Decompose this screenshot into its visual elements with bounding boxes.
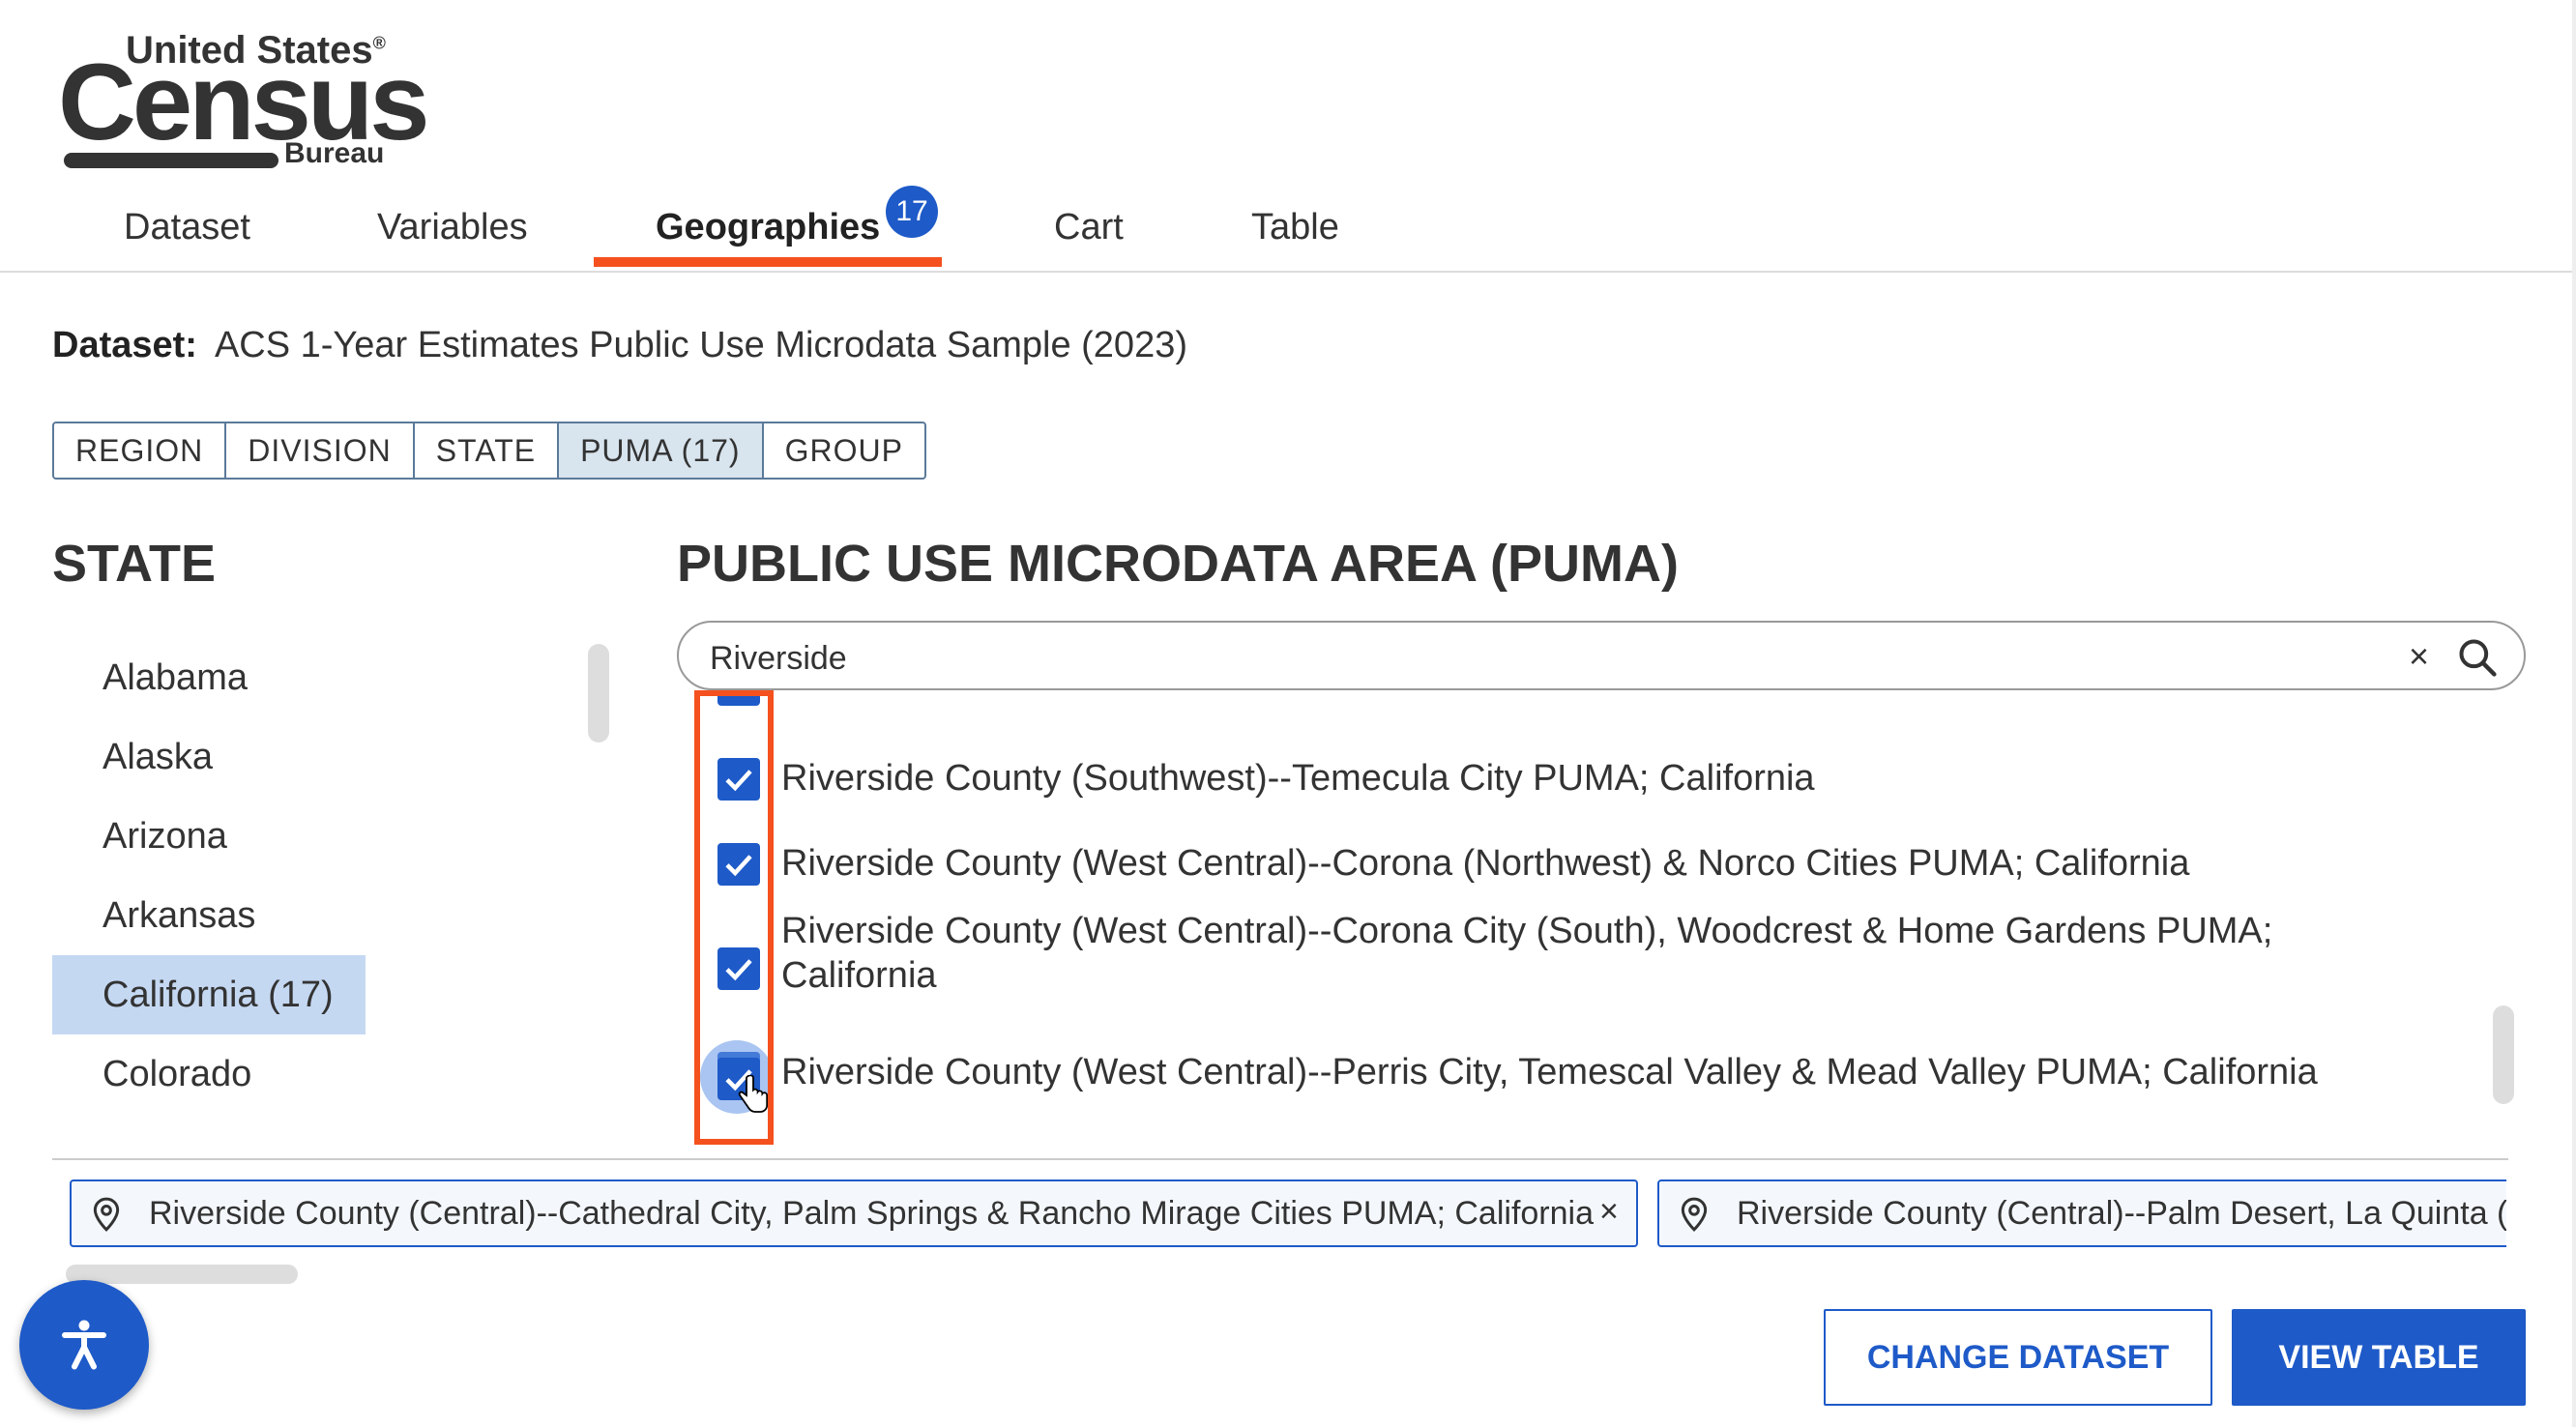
state-heading: STATE — [52, 535, 216, 593]
close-icon[interactable]: × — [2409, 636, 2429, 677]
geo-level-division[interactable]: DIVISION — [226, 423, 415, 478]
geographies-count-badge: 17 — [886, 186, 938, 238]
dataset-value: ACS 1-Year Estimates Public Use Microdat… — [214, 325, 1187, 365]
selected-geographies: Riverside County (Central)--Cathedral Ci… — [70, 1179, 2506, 1249]
logo-underline — [64, 153, 278, 168]
state-item-alaska[interactable]: Alaska — [52, 717, 381, 797]
puma-heading: PUBLIC USE MICRODATA AREA (PUMA) — [677, 535, 1679, 593]
puma-result-label: Riverside County (West Central)--Perris … — [781, 1052, 2318, 1092]
window-edge — [2572, 0, 2576, 1427]
tab-geographies-label: Geographies — [656, 207, 881, 248]
main-tabs: Dataset Variables Geographies 17 Cart Ta… — [0, 186, 2576, 273]
geography-level-selector: REGION DIVISION STATE PUMA (17) GROUP — [52, 422, 926, 480]
tab-variables[interactable]: Variables — [377, 207, 528, 273]
puma-results-list: Riverside County (Southwest)--Temecula C… — [677, 692, 2526, 1118]
puma-search-field[interactable]: Riverside × — [677, 621, 2526, 690]
selected-chip[interactable]: Riverside County (Central)--Cathedral Ci… — [70, 1179, 1638, 1247]
accessibility-icon — [62, 1320, 106, 1370]
puma-result-label-line2: California — [781, 955, 937, 996]
state-list: Alabama Alaska Arizona Arkansas Californ… — [52, 638, 381, 1114]
state-item-california[interactable]: California (17) — [52, 955, 366, 1034]
location-pin-icon — [93, 1197, 120, 1232]
state-item-arkansas[interactable]: Arkansas — [52, 876, 381, 955]
puma-search-input[interactable]: Riverside — [710, 640, 847, 678]
checkbox-column-highlight — [694, 690, 774, 1145]
state-item-colorado[interactable]: Colorado — [52, 1034, 381, 1114]
puma-result-label: Riverside County (West Central)--Corona … — [781, 909, 2483, 998]
puma-result-label-line1: Riverside County (West Central)--Corona … — [781, 911, 2273, 951]
close-icon[interactable]: × — [1599, 1193, 1619, 1231]
location-pin-icon — [1681, 1197, 1708, 1232]
tab-table[interactable]: Table — [1251, 207, 1339, 273]
dataset-info: Dataset: ACS 1-Year Estimates Public Use … — [52, 325, 1187, 366]
view-table-button[interactable]: VIEW TABLE — [2232, 1309, 2526, 1406]
geo-level-state[interactable]: STATE — [415, 423, 560, 478]
chips-scrollbar[interactable] — [66, 1265, 298, 1284]
dataset-label: Dataset: — [52, 325, 197, 365]
puma-result-label: Riverside County (West Central)--Corona … — [781, 843, 2190, 884]
state-list-scrollbar[interactable] — [588, 644, 609, 743]
logo-line3: Bureau — [284, 137, 385, 169]
selected-chip[interactable]: Riverside County (Central)--Palm Desert,… — [1657, 1179, 2506, 1247]
results-scrollbar[interactable] — [2493, 1005, 2514, 1104]
tab-cart[interactable]: Cart — [1054, 207, 1124, 273]
geo-level-puma[interactable]: PUMA (17) — [559, 423, 764, 478]
active-tab-indicator — [594, 257, 942, 267]
state-item-alabama[interactable]: Alabama — [52, 638, 381, 717]
selection-divider — [52, 1158, 2508, 1160]
accessibility-button[interactable] — [19, 1280, 149, 1410]
state-item-arizona[interactable]: Arizona — [52, 797, 381, 876]
tab-dataset[interactable]: Dataset — [124, 207, 250, 273]
search-icon[interactable] — [2456, 636, 2499, 679]
chip-label: Riverside County (Central)--Cathedral Ci… — [149, 1195, 1594, 1232]
change-dataset-button[interactable]: CHANGE DATASET — [1824, 1309, 2212, 1406]
geo-level-group[interactable]: GROUP — [764, 423, 924, 478]
geo-level-region[interactable]: REGION — [54, 423, 227, 478]
census-logo[interactable]: United States® Census Bureau — [58, 29, 430, 174]
chip-label: Riverside County (Central)--Palm Desert,… — [1737, 1195, 2506, 1232]
puma-result-label: Riverside County (Southwest)--Temecula C… — [781, 758, 1815, 799]
